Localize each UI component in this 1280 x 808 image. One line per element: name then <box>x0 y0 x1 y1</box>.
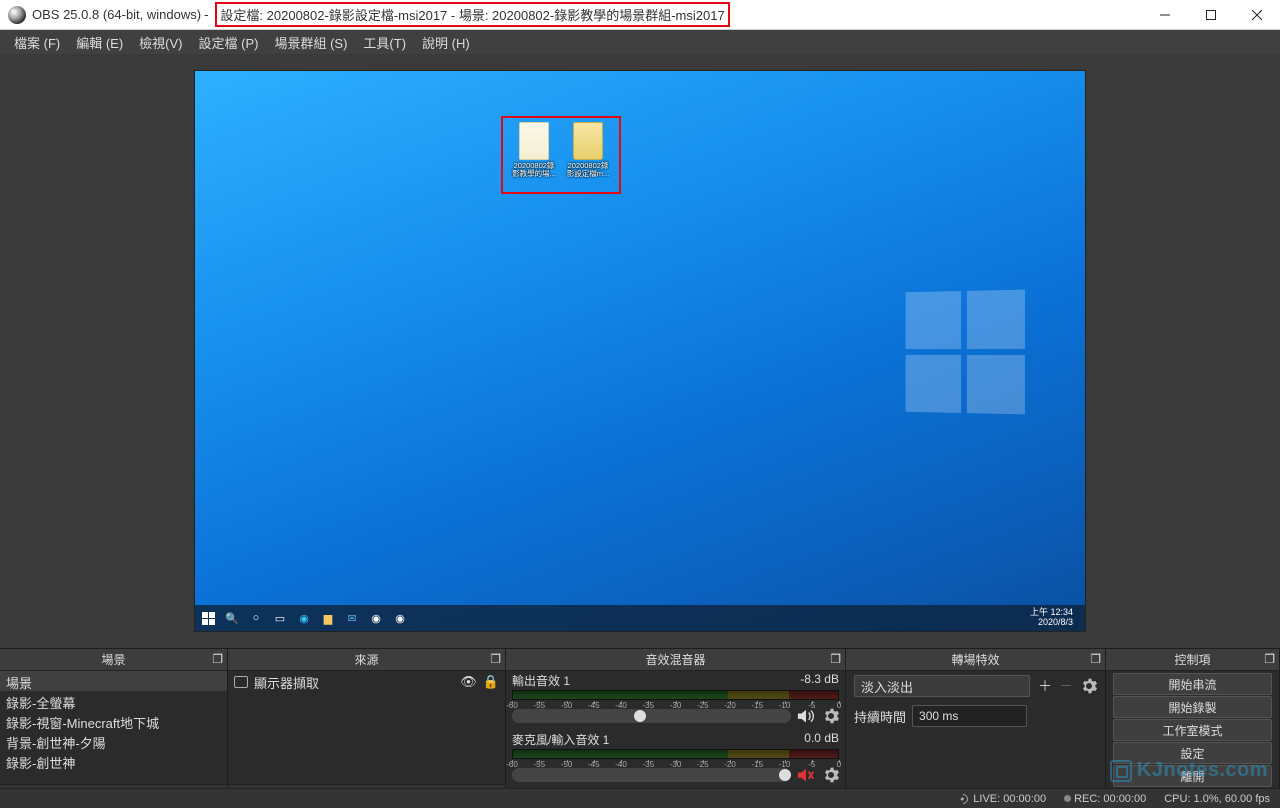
title-bar: OBS 25.0.8 (64-bit, windows) - 設定檔: 2020… <box>0 0 1280 30</box>
popout-icon[interactable]: ❐ <box>830 652 841 666</box>
channel-db: 0.0 dB <box>804 731 839 748</box>
volume-slider[interactable] <box>512 768 791 782</box>
chrome-icon: ◉ <box>369 611 383 625</box>
transition-remove-button[interactable]: － <box>1057 677 1075 695</box>
file-icon <box>519 122 549 160</box>
transitions-panel: 轉場特效 ❐ 淡入淡出 ＋－ 持續時間 300 ms <box>846 649 1106 808</box>
meter-ticks: -60-55-50-45-40-35-30-25-20-15-10-50 <box>512 701 839 708</box>
scenes-list[interactable]: 場景 錄影-全螢幕 錄影-視窗-Minecraft地下城 背景-創世神-夕陽 錄… <box>0 671 227 784</box>
source-label: 顯示器擷取 <box>254 673 319 692</box>
channel-db: -8.3 dB <box>800 672 839 689</box>
transition-select[interactable]: 淡入淡出 <box>854 675 1030 697</box>
broadcast-icon <box>956 792 970 806</box>
duration-label: 持續時間 <box>854 707 906 726</box>
speaker-muted-icon[interactable] <box>797 768 815 782</box>
mixer-channel: 麥克風/輸入音效 1 0.0 dB -60-55-50-45-40-35-30-2… <box>506 730 845 789</box>
watermark-logo-icon <box>1110 760 1132 782</box>
channel-name: 麥克風/輸入音效 1 <box>512 731 609 748</box>
studio-mode-button[interactable]: 工作室模式 <box>1113 719 1272 741</box>
status-connection: LIVE: 00:00:00 <box>958 793 1046 805</box>
folder-icon <box>573 122 603 160</box>
preview-canvas[interactable]: 20200802錄影教學的場... 20200802錄影設定檔m... 🔍 ○ … <box>195 71 1085 631</box>
scene-item[interactable]: 背景-創世神-夕陽 <box>0 731 227 751</box>
menu-view[interactable]: 檢視(V) <box>133 31 188 54</box>
channel-name: 輸出音效 1 <box>512 672 570 689</box>
start-recording-button[interactable]: 開始錄製 <box>1113 696 1272 718</box>
sources-header[interactable]: 來源 ❐ <box>228 649 505 671</box>
annotation-red-box: 20200802錄影教學的場... 20200802錄影設定檔m... <box>501 116 621 194</box>
mixer-channel: 輸出音效 1 -8.3 dB -60-55-50-45-40-35-30-25-2… <box>506 671 845 730</box>
explorer-icon: ▆ <box>321 611 335 625</box>
close-button[interactable] <box>1234 0 1280 29</box>
desktop-file-2: 20200802錄影設定檔m... <box>565 122 611 192</box>
lock-toggle[interactable]: 🔒 <box>483 674 499 690</box>
sources-list[interactable]: 顯示器擷取 👁 🔒 <box>228 671 505 784</box>
title-app: OBS 25.0.8 (64-bit, windows) <box>32 7 201 22</box>
obs-icon <box>8 6 26 24</box>
windows-logo-icon <box>906 290 1025 415</box>
desktop-file-1: 20200802錄影教學的場... <box>511 122 557 192</box>
display-capture-icon <box>234 676 248 688</box>
status-recording: REC: 00:00:00 <box>1064 793 1146 805</box>
scene-item[interactable]: 錄影-創世神 <box>0 751 227 771</box>
visibility-toggle[interactable]: 👁 <box>460 674 477 690</box>
controls-header[interactable]: 控制項 ❐ <box>1106 649 1279 671</box>
taskbar-clock: 上午 12:34 2020/8/3 <box>1030 608 1079 628</box>
task-view-icon: ▭ <box>273 611 287 625</box>
menu-file[interactable]: 檔案 (F) <box>8 31 66 54</box>
transitions-header[interactable]: 轉場特效 ❐ <box>846 649 1105 671</box>
taskbar: 🔍 ○ ▭ ◉ ▆ ✉ ◉ ◉ 上午 12:34 2020/8/3 <box>195 605 1085 631</box>
popout-icon[interactable]: ❐ <box>1264 652 1275 666</box>
scene-item[interactable]: 錄影-全螢幕 <box>0 691 227 711</box>
channel-settings-icon[interactable] <box>823 767 839 783</box>
search-icon: 🔍 <box>225 611 239 625</box>
meter-ticks: -60-55-50-45-40-35-30-25-20-15-10-50 <box>512 760 839 767</box>
duration-input[interactable]: 300 ms <box>912 705 1027 727</box>
scene-item[interactable]: 場景 <box>0 671 227 691</box>
menu-tools[interactable]: 工具(T) <box>357 31 412 54</box>
menu-profile[interactable]: 設定檔 (P) <box>193 31 265 54</box>
start-button-icon <box>201 611 215 625</box>
start-streaming-button[interactable]: 開始串流 <box>1113 673 1272 695</box>
controls-panel: 控制項 ❐ 開始串流 開始錄製 工作室模式 設定 離開 <box>1106 649 1280 808</box>
status-cpu: CPU: 1.0%, 60.00 fps <box>1164 793 1270 805</box>
scene-item[interactable]: 錄影-視窗-Minecraft地下城 <box>0 711 227 731</box>
preview-area: 20200802錄影教學的場... 20200802錄影設定檔m... 🔍 ○ … <box>0 54 1280 648</box>
popout-icon[interactable]: ❐ <box>490 652 501 666</box>
status-bar: LIVE: 00:00:00 REC: 00:00:00 CPU: 1.0%, … <box>0 788 1280 808</box>
record-dot-icon <box>1064 795 1071 802</box>
dock-panels: 場景 ❐ 場景 錄影-全螢幕 錄影-視窗-Minecraft地下城 背景-創世神… <box>0 648 1280 808</box>
channel-settings-icon[interactable] <box>823 708 839 724</box>
speaker-icon[interactable] <box>797 709 815 723</box>
mail-icon: ✉ <box>345 611 359 625</box>
volume-slider[interactable] <box>512 709 791 723</box>
cortana-icon: ○ <box>249 611 263 625</box>
mixer-header[interactable]: 音效混音器 ❐ <box>506 649 845 671</box>
title-highlight: 設定檔: 20200802-錄影設定檔-msi2017 - 場景: 202008… <box>215 2 729 27</box>
maximize-button[interactable] <box>1188 0 1234 29</box>
source-item[interactable]: 顯示器擷取 👁 🔒 <box>228 671 505 693</box>
watermark: KJnotes.com <box>1110 759 1268 782</box>
popout-icon[interactable]: ❐ <box>1090 652 1101 666</box>
menu-bar: 檔案 (F) 編輯 (E) 檢視(V) 設定檔 (P) 場景群組 (S) 工具(… <box>0 30 1280 54</box>
popout-icon[interactable]: ❐ <box>212 652 223 666</box>
transition-settings-icon[interactable] <box>1081 678 1097 694</box>
volume-meter <box>512 749 839 759</box>
menu-scene-collection[interactable]: 場景群組 (S) <box>268 31 353 54</box>
menu-help[interactable]: 說明 (H) <box>416 31 476 54</box>
scenes-panel: 場景 ❐ 場景 錄影-全螢幕 錄影-視窗-Minecraft地下城 背景-創世神… <box>0 649 228 808</box>
obs-tray-icon: ◉ <box>393 611 407 625</box>
edge-icon: ◉ <box>297 611 311 625</box>
menu-edit[interactable]: 編輯 (E) <box>70 31 129 54</box>
transition-add-button[interactable]: ＋ <box>1036 677 1054 695</box>
mixer-panel: 音效混音器 ❐ 輸出音效 1 -8.3 dB -60-55-50-45-40-35… <box>506 649 846 808</box>
minimize-button[interactable] <box>1142 0 1188 29</box>
scenes-header[interactable]: 場景 ❐ <box>0 649 227 671</box>
volume-meter <box>512 690 839 700</box>
sources-panel: 來源 ❐ 顯示器擷取 👁 🔒 ＋ － ✿ ∧ ∨ <box>228 649 506 808</box>
